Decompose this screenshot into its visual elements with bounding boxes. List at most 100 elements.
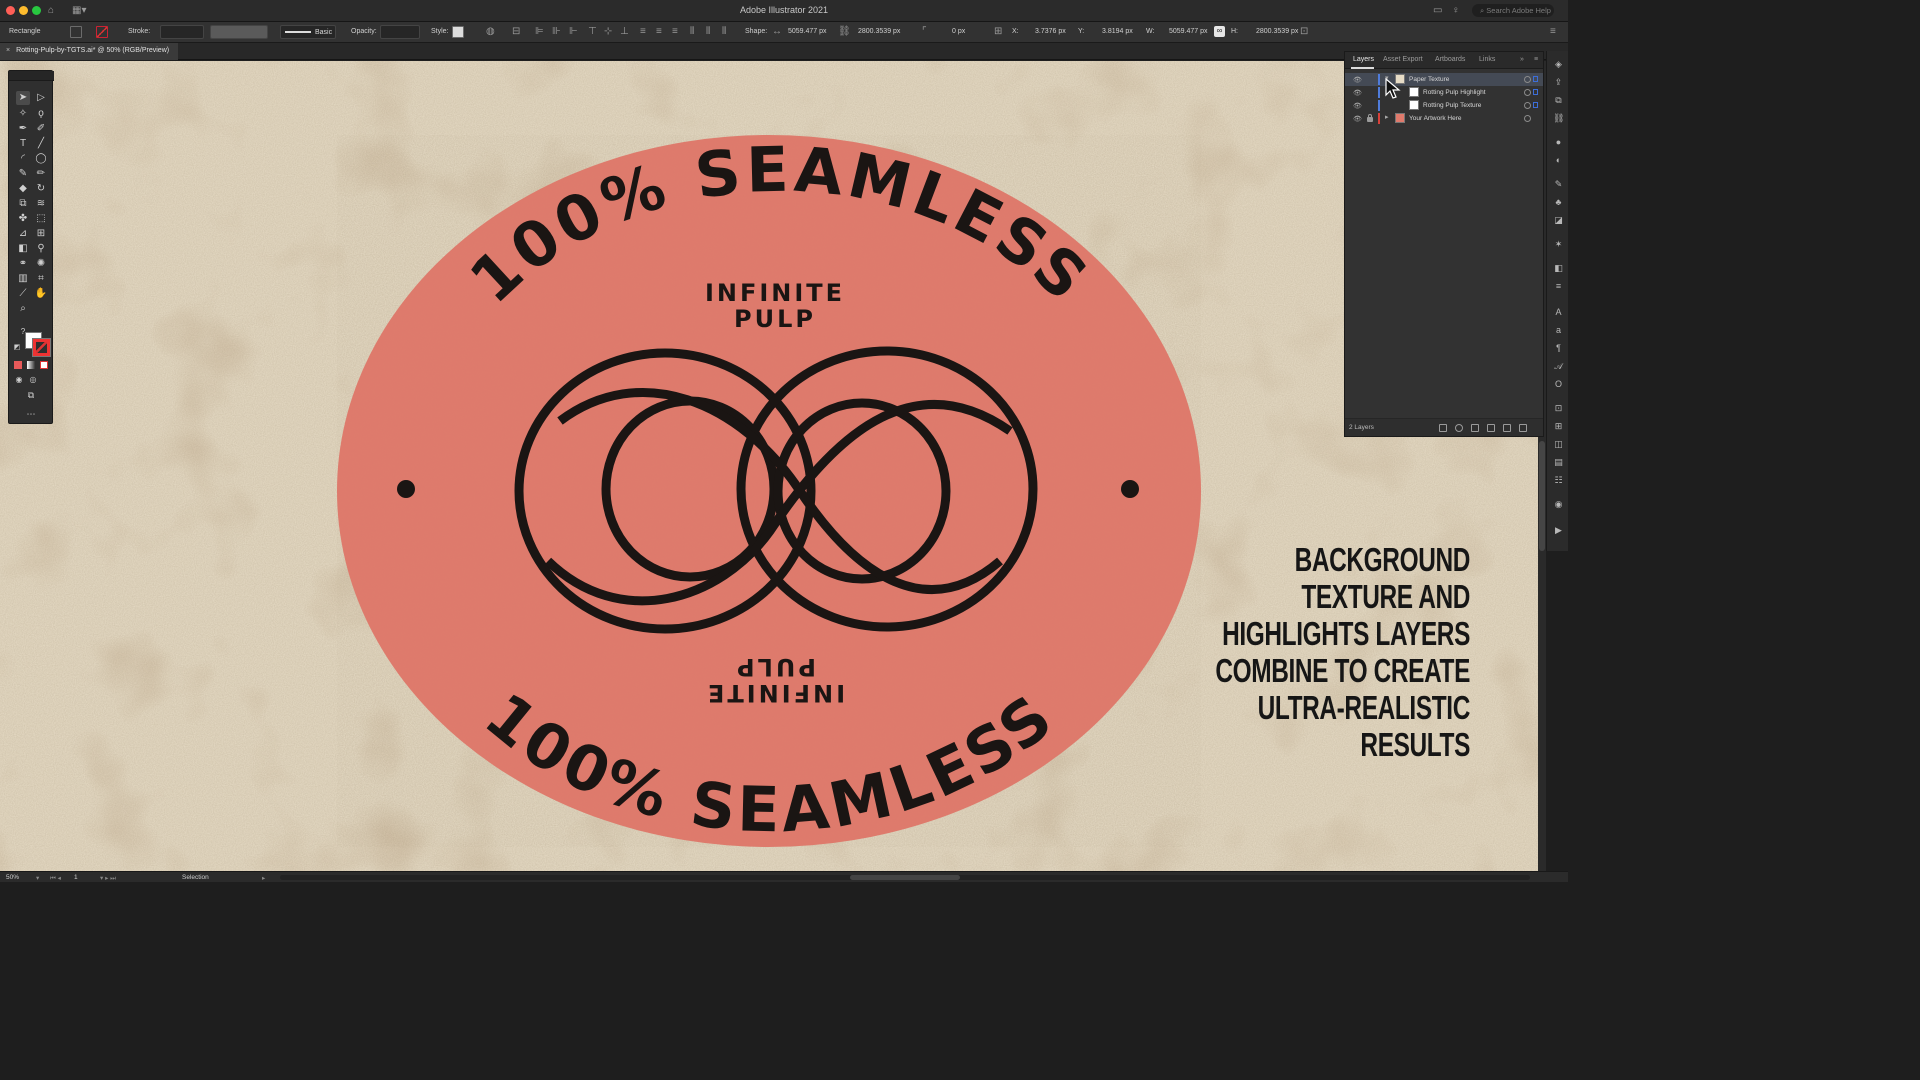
free-transform-tool-icon[interactable]: ⬚ [34, 212, 48, 226]
magic-wand-tool-icon[interactable]: ✧ [16, 107, 30, 121]
artboard-number-input[interactable]: 1 [74, 874, 78, 881]
draw-normal-icon[interactable]: ◉ [12, 373, 26, 387]
constrain-proportions-icon[interactable]: ∞ [1214, 26, 1225, 37]
zoom-level-input[interactable]: 50% [6, 874, 19, 881]
help-search-input[interactable]: ⌕ Search Adobe Help [1472, 4, 1554, 17]
edit-toolbar-icon[interactable]: ⋯ [24, 407, 38, 421]
glyphs-icon[interactable]: a [1553, 325, 1564, 336]
visibility-eye-icon[interactable]: 👁 [1353, 89, 1362, 97]
align-vcenter-icon[interactable]: ⊹ [604, 26, 612, 37]
gradient-tool-icon[interactable]: ◧ [16, 242, 30, 256]
constrain-link-icon[interactable]: ⛓ [838, 26, 851, 37]
brush-definition-select[interactable]: Basic [280, 25, 336, 39]
asset-export-icon[interactable]: ⇪ [1553, 77, 1564, 88]
transform-panel-icon[interactable]: ⊡ [1300, 26, 1308, 37]
horizontal-scroll-thumb[interactable] [850, 875, 960, 880]
blend-tool-icon[interactable]: ⚭ [16, 257, 30, 271]
color-mode-icon[interactable] [14, 361, 22, 369]
new-layer-icon[interactable] [1503, 424, 1511, 432]
artboards-icon[interactable]: ⧉ [1553, 95, 1564, 106]
layer-name[interactable]: Rotting Pulp Texture [1423, 102, 1481, 109]
chevron-right-icon[interactable]: ▸ [1385, 113, 1389, 121]
perspective-grid-tool-icon[interactable]: ⊿ [16, 227, 30, 241]
screen-mode-icon[interactable]: ⧉ [24, 388, 38, 402]
recolor-artwork-icon[interactable]: ◍ [486, 26, 495, 37]
gradient-icon[interactable]: ◧ [1553, 263, 1564, 274]
arrange-documents-icon[interactable]: ▭ [1433, 5, 1442, 16]
first-artboard-icon[interactable]: ⏮ ◂ [50, 874, 61, 883]
symbols-icon[interactable]: ♣ [1553, 197, 1564, 208]
lock-icon[interactable] [1367, 114, 1373, 122]
make-clipping-mask-icon[interactable] [1471, 424, 1479, 432]
gradient-mode-icon[interactable] [27, 361, 35, 369]
corner-type-icon[interactable]: ⌜ [922, 26, 927, 37]
scale-tool-icon[interactable]: ⧉ [16, 197, 30, 211]
puppet-warp-tool-icon[interactable]: ✤ [16, 212, 30, 226]
layer-row-your-artwork-here[interactable]: 👁 ▸ Your Artwork Here [1345, 112, 1543, 125]
opentype-icon[interactable]: O [1553, 379, 1564, 390]
hand-tool-icon[interactable]: ✋ [34, 287, 48, 301]
collapse-panel-icon[interactable]: » [1520, 56, 1524, 63]
corner-radius-input[interactable]: 0 px [952, 28, 965, 35]
w-input[interactable]: 5059.477 px [1169, 28, 1208, 35]
layer-target-icon[interactable] [1524, 102, 1531, 109]
tab-layers[interactable]: Layers [1353, 56, 1374, 63]
new-sublayer-icon[interactable] [1487, 424, 1495, 432]
curvature-tool-icon[interactable]: ✐ [34, 122, 48, 136]
distribute-bottom-icon[interactable]: ≡ [672, 26, 678, 37]
type-tool-icon[interactable]: T [16, 137, 30, 151]
lasso-tool-icon[interactable]: ϙ [34, 107, 48, 121]
actions-icon[interactable]: ▶ [1553, 525, 1564, 536]
align-right-icon[interactable]: ⊩ [569, 26, 578, 37]
draw-behind-icon[interactable]: ◎ [26, 373, 40, 387]
symbol-sprayer-tool-icon[interactable]: ✺ [34, 257, 48, 271]
shape-width-input[interactable]: 5059.477 px [788, 28, 827, 35]
eyedropper-tool-icon[interactable]: ⚲ [34, 242, 48, 256]
layers-panel-icon[interactable]: ◈ [1553, 59, 1564, 70]
align-icon[interactable]: ⊞ [1553, 421, 1564, 432]
paragraph-icon[interactable]: ¶ [1553, 343, 1564, 354]
layer-selection-indicator[interactable] [1533, 76, 1538, 82]
slice-tool-icon[interactable]: ⟋ [16, 287, 30, 301]
status-menu-icon[interactable]: ▸ [262, 874, 265, 882]
layer-target-icon[interactable] [1524, 89, 1531, 96]
trash-icon[interactable] [1519, 424, 1527, 432]
tab-artboards[interactable]: Artboards [1435, 56, 1465, 63]
navigator-icon[interactable]: ◉ [1553, 499, 1564, 510]
y-input[interactable]: 3.8194 px [1102, 28, 1133, 35]
paintbrush-tool-icon[interactable]: ✎ [16, 167, 30, 181]
none-mode-icon[interactable] [40, 361, 48, 369]
stroke-swatch-icon[interactable] [96, 26, 108, 38]
lightbulb-icon[interactable]: ♀ [1452, 5, 1460, 16]
artboard-dropdown-icon[interactable]: ▾ ▸ ⏭ [100, 874, 116, 883]
align-top-icon[interactable]: ⊤ [588, 26, 597, 37]
pathfinder-icon[interactable]: ◫ [1553, 439, 1564, 450]
transform-icon[interactable]: ⊡ [1553, 403, 1564, 414]
tab-asset-export[interactable]: Asset Export [1383, 56, 1423, 63]
ellipse-tool-icon[interactable]: ◯ [34, 152, 48, 166]
default-colors-icon[interactable]: ◩ [10, 341, 24, 355]
distribute-vcenter-icon[interactable]: ≡ [656, 26, 662, 37]
stroke-weight-input[interactable] [160, 25, 204, 39]
opacity-input[interactable] [380, 25, 420, 39]
panel-menu-icon[interactable]: ≡ [1534, 56, 1538, 63]
close-icon[interactable]: × [6, 47, 10, 54]
mesh-tool-icon[interactable]: ⊞ [34, 227, 48, 241]
reference-point-icon[interactable]: ⊞ [994, 26, 1002, 37]
pen-tool-icon[interactable]: ✒ [16, 122, 30, 136]
layer-target-icon[interactable] [1524, 76, 1531, 83]
character-icon[interactable]: A [1553, 307, 1564, 318]
distribute-top-icon[interactable]: ≡ [640, 26, 646, 37]
eraser-tool-icon[interactable]: ◆ [16, 182, 30, 196]
selection-tool-icon[interactable]: ➤ [16, 91, 30, 105]
links-icon[interactable]: ⛓ [1553, 113, 1564, 124]
vertical-scroll-thumb[interactable] [1539, 441, 1545, 551]
tools-panel-grip[interactable] [9, 71, 54, 81]
distribute-right-icon[interactable]: ⫴ [722, 26, 726, 37]
locate-object-icon[interactable] [1455, 424, 1463, 432]
fill-swatch-icon[interactable] [70, 26, 82, 38]
brushes-icon[interactable]: ✎ [1553, 179, 1564, 190]
distribute-left-icon[interactable]: ⫴ [690, 26, 694, 37]
column-graph-tool-icon[interactable]: ▥ [16, 272, 30, 286]
graphic-style-swatch-icon[interactable] [452, 26, 464, 38]
